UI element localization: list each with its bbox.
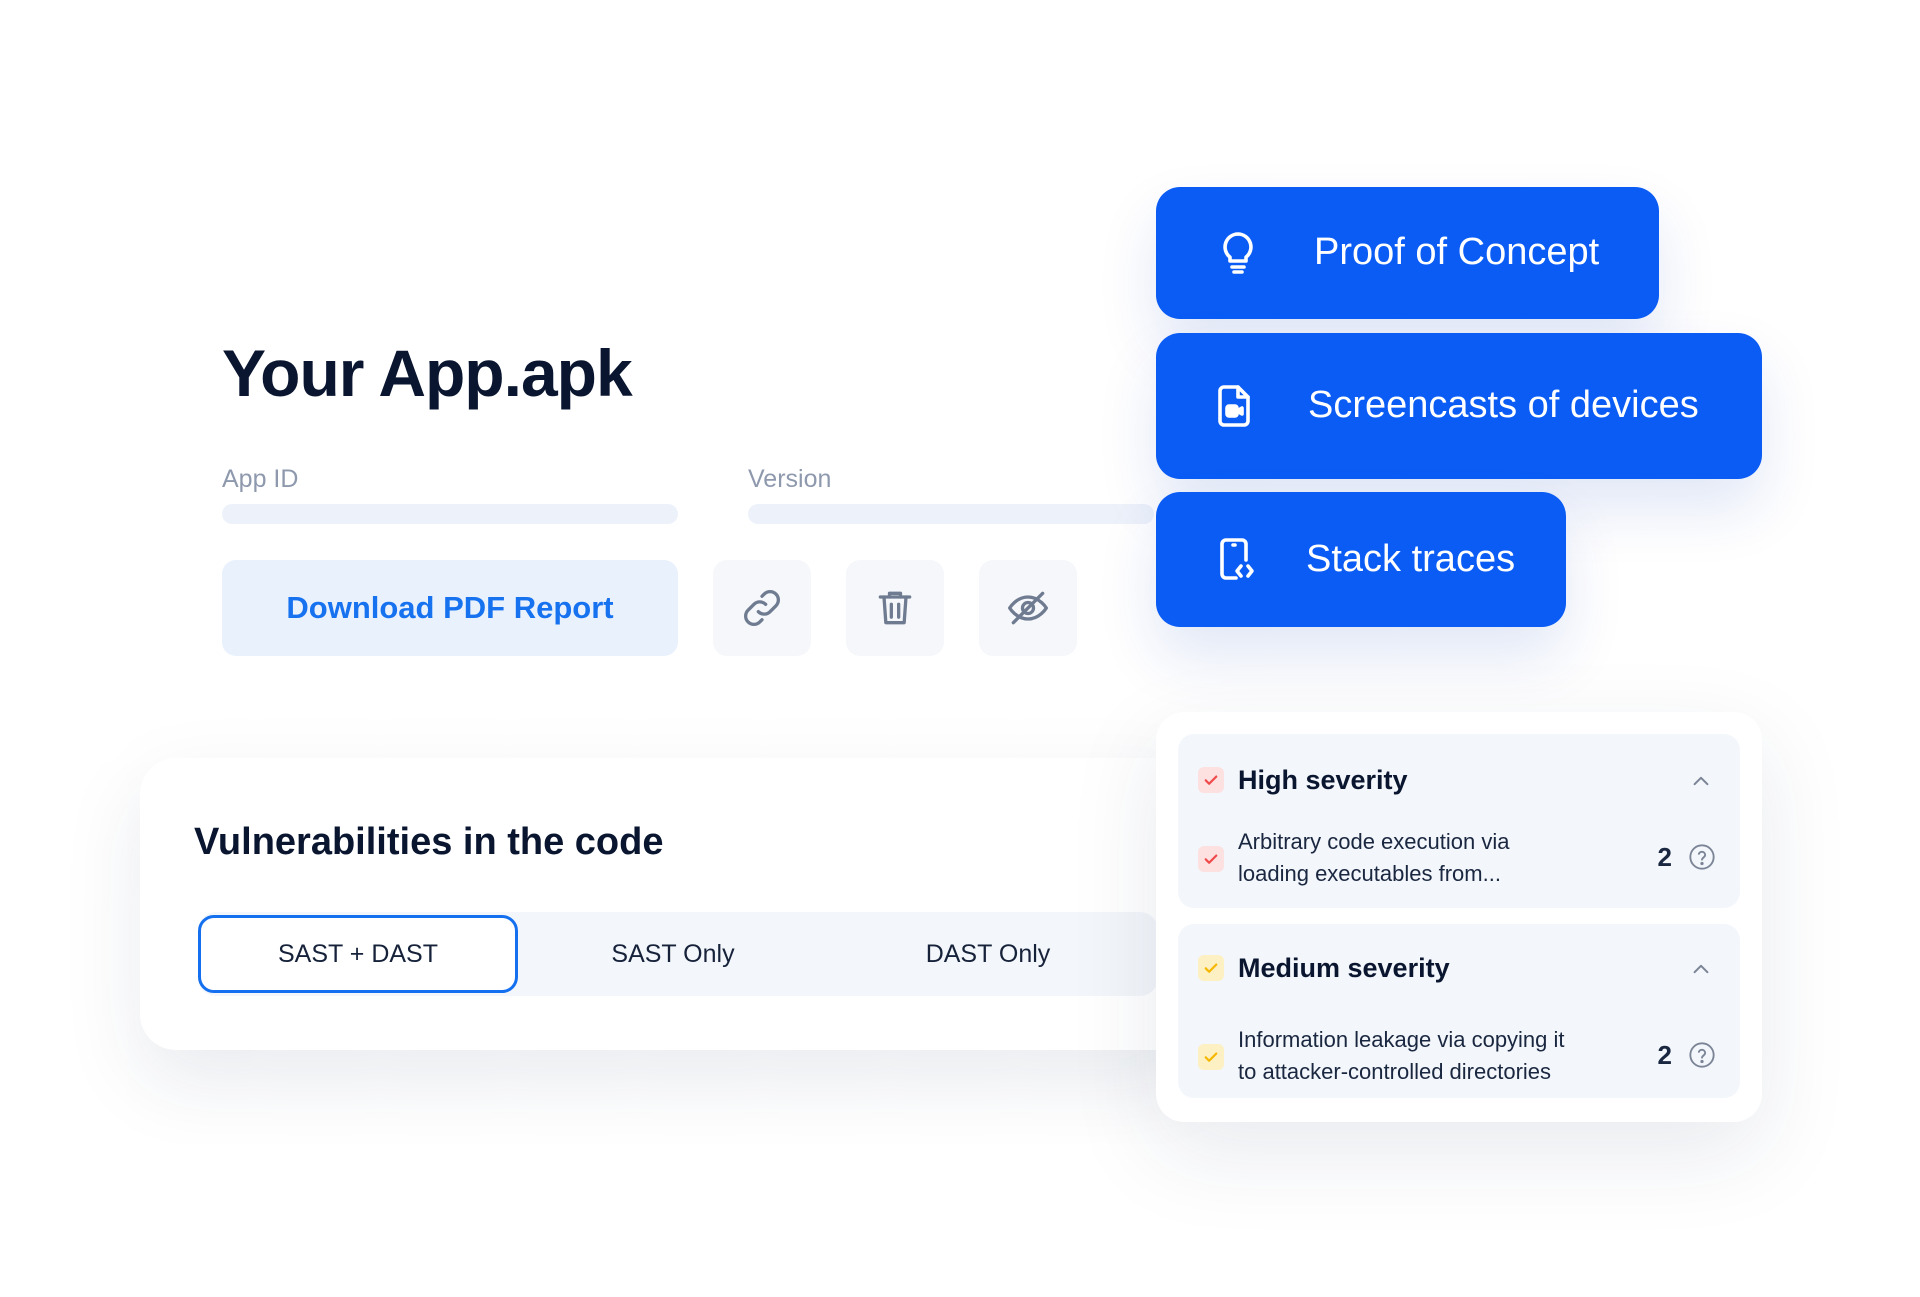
list-item[interactable]: Arbitrary code execution via loading exe…: [1198, 826, 1720, 892]
app-title: Your App.apk: [222, 336, 633, 410]
list-item[interactable]: Information leakage via copying it to at…: [1198, 1024, 1720, 1090]
tab-sast-only[interactable]: SAST Only: [513, 912, 833, 996]
delete-button[interactable]: [846, 560, 944, 656]
help-icon[interactable]: [1688, 1041, 1716, 1069]
medium-severity-title: Medium severity: [1238, 952, 1450, 983]
tab-dast-only[interactable]: DAST Only: [828, 912, 1148, 996]
help-icon[interactable]: [1688, 843, 1716, 871]
tab-sast-dast[interactable]: SAST + DAST: [198, 915, 518, 993]
vulnerability-count: 2: [1657, 842, 1672, 872]
screenshot-stage: Your App.apk App ID Version Download PDF…: [0, 0, 1920, 1297]
check-icon: [1204, 963, 1218, 973]
high-severity-title: High severity: [1238, 764, 1408, 795]
analysis-mode-segmented-control: SAST Only DAST Only SAST + DAST: [198, 912, 1158, 996]
vulnerability-description: Information leakage via copying it to at…: [1238, 1024, 1638, 1088]
high-severity-check[interactable]: [1198, 767, 1224, 793]
vulnerabilities-title: Vulnerabilities in the code: [194, 821, 664, 863]
description-line: loading executables from...: [1238, 861, 1501, 886]
video-file-icon: [1218, 385, 1250, 427]
code-phone-icon: [1220, 538, 1254, 580]
check-icon: [1204, 854, 1218, 864]
item-check[interactable]: [1198, 846, 1224, 872]
trash-icon: [878, 591, 912, 625]
lightbulb-icon: [1223, 232, 1253, 274]
app-id-label: App ID: [222, 465, 299, 493]
hide-button[interactable]: [979, 560, 1077, 656]
copy-link-button[interactable]: [713, 560, 811, 656]
vulnerability-description: Arbitrary code execution via loading exe…: [1238, 826, 1638, 890]
medium-severity-check[interactable]: [1198, 955, 1224, 981]
chevron-up-icon[interactable]: [1690, 770, 1712, 792]
download-pdf-report-button[interactable]: Download PDF Report: [222, 560, 678, 656]
medium-severity-header[interactable]: Medium severity: [1198, 948, 1720, 988]
stack-traces-label: Stack traces: [1306, 538, 1516, 580]
severity-card: High severity Arbitrary code execution v…: [1156, 712, 1762, 1122]
proof-of-concept-pill[interactable]: Proof of Concept: [1156, 187, 1659, 319]
app-id-value-placeholder: [222, 504, 678, 524]
medium-severity-group: Medium severity Information leakage via …: [1178, 924, 1740, 1098]
check-icon: [1204, 1052, 1218, 1062]
high-severity-header[interactable]: High severity: [1198, 760, 1720, 800]
description-line: Information leakage via copying it: [1238, 1027, 1565, 1052]
version-value-placeholder: [748, 504, 1154, 524]
check-icon: [1204, 775, 1218, 785]
screencasts-pill[interactable]: Screencasts of devices: [1156, 333, 1762, 479]
description-line: Arbitrary code execution via: [1238, 829, 1510, 854]
chevron-up-icon[interactable]: [1690, 958, 1712, 980]
vulnerabilities-card: Vulnerabilities in the code SAST Only DA…: [140, 758, 1200, 1050]
link-icon: [744, 590, 780, 626]
stack-traces-pill[interactable]: Stack traces: [1156, 492, 1566, 627]
version-label: Version: [748, 465, 832, 493]
eye-off-icon: [1008, 591, 1048, 625]
item-check[interactable]: [1198, 1044, 1224, 1070]
description-line: to attacker-controlled directories: [1238, 1059, 1552, 1084]
vulnerability-count: 2: [1657, 1040, 1672, 1070]
proof-of-concept-label: Proof of Concept: [1314, 231, 1600, 273]
screencasts-label: Screencasts of devices: [1308, 384, 1699, 426]
high-severity-group: High severity Arbitrary code execution v…: [1178, 734, 1740, 908]
